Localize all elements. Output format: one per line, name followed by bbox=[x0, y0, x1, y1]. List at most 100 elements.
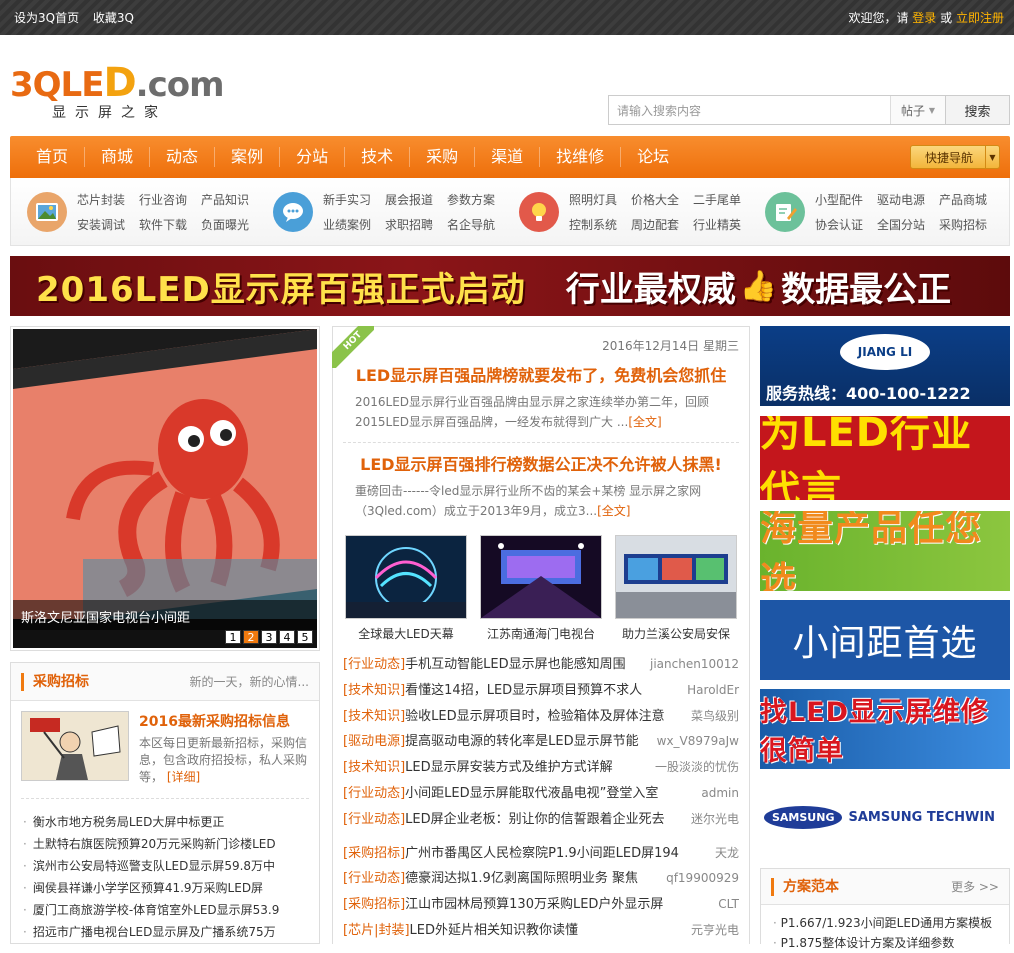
procurement-feature-title[interactable]: 2016最新采购招标信息 bbox=[139, 711, 309, 731]
list-item[interactable]: 衡水市地方税务局LED大屏中标更正 bbox=[23, 811, 299, 833]
case-thumbnails: 全球最大LED天幕 江苏南通海门电视台 助力兰溪公安局安保 bbox=[333, 521, 749, 642]
list-item[interactable]: 滨州市公安局特巡警支队LED显示屏59.8万中 bbox=[23, 855, 299, 877]
ad-banner[interactable]: 海量产品任您选 bbox=[760, 511, 1010, 591]
case-thumbnail[interactable]: 助力兰溪公安局安保 bbox=[615, 535, 737, 642]
full-text-link[interactable]: [全文] bbox=[597, 504, 630, 518]
list-item[interactable]: 土默特右旗医院预算20万元采购新门诊楼LED bbox=[23, 833, 299, 855]
slider-dot[interactable]: 1 bbox=[225, 630, 241, 644]
case-thumbnail[interactable]: 全球最大LED天幕 bbox=[345, 535, 467, 642]
list-item[interactable]: [行业动态] 手机互动智能LED显示屏也能感知周围 jianchen10012 bbox=[343, 652, 739, 678]
plans-title[interactable]: 方案范本 bbox=[771, 877, 839, 896]
cat-link[interactable]: 安装调试 bbox=[77, 216, 125, 233]
case-image[interactable] bbox=[345, 535, 467, 619]
nav-item-repair[interactable]: 找维修 bbox=[540, 147, 622, 167]
top-banner-ad[interactable]: 2016LED显示屏百强正式启动 行业最权威 👍 数据最公正 bbox=[10, 256, 1010, 316]
cat-link[interactable]: 软件下载 bbox=[139, 216, 187, 233]
category-group-2: 新手实习 展会报道 参数方案 业绩案例 求职招聘 名企导航 bbox=[257, 178, 503, 245]
register-link[interactable]: 立即注册 bbox=[956, 11, 1004, 25]
cat-link[interactable]: 价格大全 bbox=[631, 191, 679, 208]
login-link[interactable]: 登录 bbox=[912, 11, 936, 25]
cat-link[interactable]: 业绩案例 bbox=[323, 216, 371, 233]
slider-dot-active[interactable]: 2 bbox=[243, 630, 259, 644]
cat-link[interactable]: 二手尾单 bbox=[693, 191, 741, 208]
slider-pagination: 1 2 3 4 5 bbox=[225, 630, 313, 644]
list-item[interactable]: P1.667/1.923小间距LED通用方案模板 bbox=[773, 913, 999, 933]
cat-link[interactable]: 名企导航 bbox=[447, 216, 495, 233]
procurement-feature-desc: 本区每日更新最新招标，采购信息，包含政府招投标，私人采购等， [详细] bbox=[139, 736, 308, 784]
list-item[interactable]: [采购招标] 广州市番禺区人民检察院P1.9小间距LED屏194 天龙 bbox=[343, 841, 739, 867]
cat-link[interactable]: 参数方案 bbox=[447, 191, 495, 208]
jiangli-ad[interactable]: JIANG LI 服务热线：400-100-1222 bbox=[760, 326, 1010, 406]
favorite-link[interactable]: 收藏3Q bbox=[93, 11, 134, 25]
nav-item-forum[interactable]: 论坛 bbox=[621, 147, 685, 167]
cat-link[interactable]: 新手实习 bbox=[323, 191, 371, 208]
cat-link[interactable]: 周边配套 bbox=[631, 216, 679, 233]
headline-title[interactable]: LED显示屏百强排行榜数据公正决不允许被人抹黑! bbox=[347, 451, 735, 475]
cat-link[interactable]: 行业咨询 bbox=[139, 191, 187, 208]
cat-link[interactable]: 芯片封装 bbox=[77, 191, 125, 208]
cat-link[interactable]: 展会报道 bbox=[385, 191, 433, 208]
ad-banner[interactable]: 为LED行业代言 bbox=[760, 416, 1010, 500]
nav-item-branches[interactable]: 分站 bbox=[280, 147, 346, 167]
cat-link[interactable]: 驱动电源 bbox=[877, 191, 925, 208]
list-item[interactable]: [驱动电源] 提高驱动电源的转化率是LED显示屏节能 wx_V8979aJw bbox=[343, 729, 739, 755]
procurement-title[interactable]: 采购招标 bbox=[21, 672, 89, 691]
image-slider[interactable]: 斯洛文尼亚国家电视台小间距 1 2 3 4 5 bbox=[10, 326, 320, 651]
full-text-link[interactable]: [全文] bbox=[628, 415, 661, 429]
slider-dot[interactable]: 4 bbox=[279, 630, 295, 644]
search-input[interactable]: 请输入搜索内容 bbox=[609, 96, 890, 124]
list-item[interactable]: [行业动态] 德豪润达拟1.9亿剥离国际照明业务 聚焦 qf19900929 bbox=[343, 866, 739, 892]
cat-link[interactable]: 求职招聘 bbox=[385, 216, 433, 233]
procurement-feature-image[interactable] bbox=[21, 711, 129, 781]
case-image[interactable] bbox=[615, 535, 737, 619]
ad-banner[interactable]: 找LED显示屏维修很简单 bbox=[760, 689, 1010, 769]
cat-link[interactable]: 负面曝光 bbox=[201, 216, 249, 233]
set-home-link[interactable]: 设为3Q首页 bbox=[14, 11, 79, 25]
nav-item-cases[interactable]: 案例 bbox=[215, 147, 281, 167]
list-item[interactable]: [采购招标] 江山市园林局预算130万采购LED户外显示屏 CLT bbox=[343, 892, 739, 918]
quick-nav-button[interactable]: 快捷导航 ▼ bbox=[910, 145, 1000, 169]
list-item[interactable]: 厦门工商旅游学校-体育馆室外LED显示屏53.9 bbox=[23, 899, 299, 921]
samsung-ad[interactable]: SAMSUNG SAMSUNG TECHWIN bbox=[760, 778, 1010, 856]
nav-item-mall[interactable]: 商城 bbox=[85, 147, 151, 167]
headline-title[interactable]: LED显示屏百强品牌榜就要发布了，免费机会您抓住 bbox=[347, 362, 735, 386]
nav-item-news[interactable]: 动态 bbox=[150, 147, 216, 167]
case-caption[interactable]: 江苏南通海门电视台 bbox=[480, 625, 602, 642]
list-item[interactable]: [技术知识] 验收LED显示屏项目时，检验箱体及屏体注意 菜鸟级别 bbox=[343, 704, 739, 730]
cat-link[interactable]: 产品商城 bbox=[939, 191, 987, 208]
nav-item-channels[interactable]: 渠道 bbox=[475, 147, 541, 167]
search-scope-select[interactable]: 帖子 ▼ bbox=[890, 96, 945, 124]
cat-link[interactable]: 照明灯具 bbox=[569, 191, 617, 208]
slider-dot[interactable]: 3 bbox=[261, 630, 277, 644]
slider-dot[interactable]: 5 bbox=[297, 630, 313, 644]
site-logo[interactable]: 3QLED.com 显示屏之家 bbox=[10, 60, 225, 122]
nav-item-procurement[interactable]: 采购 bbox=[410, 147, 476, 167]
cat-link[interactable]: 协会认证 bbox=[815, 216, 863, 233]
details-link[interactable]: [详细] bbox=[167, 770, 200, 784]
case-thumbnail[interactable]: 江苏南通海门电视台 bbox=[480, 535, 602, 642]
list-item[interactable]: 闽侯县祥谦小学学区预算41.9万采购LED屏 bbox=[23, 877, 299, 899]
case-image[interactable] bbox=[480, 535, 602, 619]
nav-item-home[interactable]: 首页 bbox=[20, 147, 86, 167]
cat-link[interactable]: 全国分站 bbox=[877, 216, 925, 233]
list-item[interactable]: P1.875整体设计方案及详细参数 bbox=[773, 933, 999, 953]
more-link[interactable]: 更多 >> bbox=[951, 878, 999, 895]
case-caption[interactable]: 助力兰溪公安局安保 bbox=[615, 625, 737, 642]
search-button[interactable]: 搜索 bbox=[945, 96, 1009, 124]
list-item[interactable]: 招远市广播电视台LED显示屏及广播系统75万 bbox=[23, 921, 299, 943]
slide-image[interactable]: 斯洛文尼亚国家电视台小间距 1 2 3 4 5 bbox=[13, 329, 317, 648]
list-item[interactable]: [行业动态] 小间距LED显示屏能取代液晶电视”登堂入室 admin bbox=[343, 781, 739, 807]
cat-link[interactable]: 控制系统 bbox=[569, 216, 617, 233]
banner-title: 2016LED显示屏百强正式启动 bbox=[36, 269, 526, 310]
list-item[interactable]: [技术知识] LED显示屏安装方式及维护方式详解 一股淡淡的忧伤 bbox=[343, 755, 739, 781]
cat-link[interactable]: 采购招标 bbox=[939, 216, 987, 233]
cat-link[interactable]: 行业精英 bbox=[693, 216, 741, 233]
nav-item-tech[interactable]: 技术 bbox=[345, 147, 411, 167]
ad-banner[interactable]: 小间距首选 bbox=[760, 600, 1010, 680]
list-item[interactable]: [行业动态] LED屏企业老板：别让你的信誓跟着企业死去 迷尔光电 bbox=[343, 807, 739, 833]
cat-link[interactable]: 产品知识 bbox=[201, 191, 249, 208]
list-item[interactable]: [芯片|封装] LED外延片相关知识教你读懂 元亨光电 bbox=[343, 918, 739, 944]
list-item[interactable]: [技术知识] 看懂这14招，LED显示屏项目预算不求人 HaroldEr bbox=[343, 678, 739, 704]
cat-link[interactable]: 小型配件 bbox=[815, 191, 863, 208]
case-caption[interactable]: 全球最大LED天幕 bbox=[345, 625, 467, 642]
